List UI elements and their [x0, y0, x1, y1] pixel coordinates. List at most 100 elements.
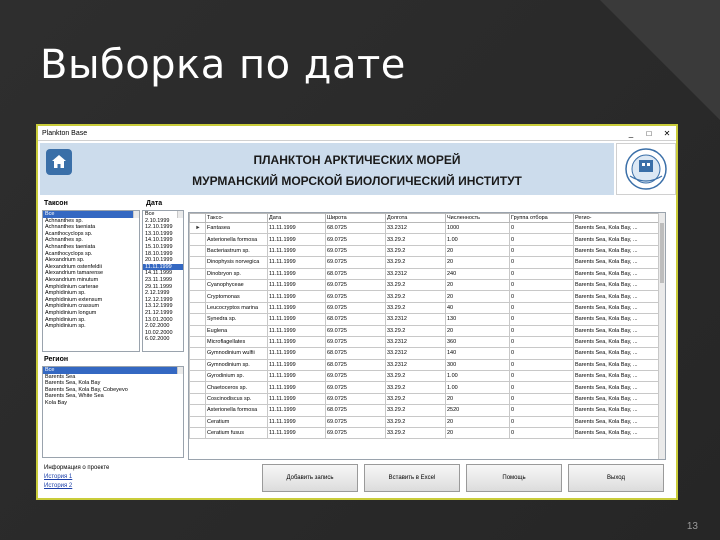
- grid-cell[interactable]: 69.0725: [325, 244, 386, 258]
- date-list-item[interactable]: 13.12.1999: [143, 303, 183, 310]
- grid-cell[interactable]: Gymnodinium wulfii: [205, 347, 268, 360]
- grid-cell[interactable]: 20: [445, 290, 510, 303]
- grid-cell[interactable]: 20: [445, 324, 510, 337]
- grid-cell[interactable]: Gymnodinium sp.: [205, 358, 268, 372]
- grid-cell[interactable]: Barents Sea, Kola Bay, ...: [573, 290, 660, 303]
- grid-cell[interactable]: Chaetoceros sp.: [205, 381, 268, 394]
- grid-cell[interactable]: 0: [509, 415, 574, 429]
- grid-cell[interactable]: Barents Sea, Kola Bay, ...: [573, 427, 660, 440]
- grid-cell[interactable]: 33.29.2: [385, 301, 446, 315]
- taxon-list-item[interactable]: Achnanthes sp.: [43, 237, 139, 244]
- grid-cell[interactable]: 69.0725: [325, 370, 386, 383]
- grid-column-header[interactable]: Численность: [445, 213, 510, 223]
- grid-cell[interactable]: Microflagellates: [205, 335, 268, 349]
- history-2-link[interactable]: История 2: [44, 482, 109, 491]
- grid-row[interactable]: Leucocryptos marina 11.11.1999 69.0725 33.2…: [189, 301, 660, 315]
- region-list-item[interactable]: Barents Sea, Kola Bay, Cobeyevo: [43, 387, 183, 394]
- grid-column-header[interactable]: Дата: [267, 213, 326, 223]
- grid-cell[interactable]: 0: [509, 267, 574, 280]
- grid-cell[interactable]: 11.11.1999: [267, 347, 326, 360]
- grid-cell[interactable]: Synedra sp.: [205, 313, 268, 326]
- grid-column-header[interactable]: Долгота: [385, 213, 446, 223]
- export-excel-button[interactable]: Вставить в Excel: [364, 464, 460, 492]
- grid-cell[interactable]: Gyrodinium sp.: [205, 370, 268, 383]
- region-list-item[interactable]: Все: [43, 367, 183, 374]
- grid-cell[interactable]: 11.11.1999: [267, 358, 326, 372]
- grid-cell[interactable]: 20: [445, 415, 510, 429]
- grid-row[interactable]: Coscinodiscus sp. 11.11.1999 69.0725 33.29.…: [189, 392, 660, 406]
- taxon-list-item[interactable]: Alexandrium ostenfeldii: [43, 264, 139, 271]
- grid-cell[interactable]: 0: [509, 324, 574, 337]
- taxon-list-item[interactable]: Alexandrium sp.: [43, 257, 139, 264]
- date-list-item[interactable]: 21.12.1999: [143, 310, 183, 317]
- grid-cell[interactable]: 0: [509, 290, 574, 303]
- taxon-list-item[interactable]: Amphidinium sp.: [43, 323, 139, 330]
- grid-cell[interactable]: 69.0725: [325, 256, 386, 269]
- taxon-list-item[interactable]: Acanthocyclops sp.: [43, 231, 139, 238]
- grid-row[interactable]: Cryptomonas 11.11.1999 69.0725 33.29.2 20 0 Ba…: [189, 290, 660, 303]
- grid-cell[interactable]: Barents Sea, Kola Bay, ...: [573, 221, 660, 235]
- grid-cell[interactable]: 0: [509, 278, 574, 292]
- grid-cell[interactable]: 33.2312: [385, 267, 446, 280]
- grid-cell[interactable]: 33.29.2: [385, 404, 446, 417]
- grid-cell[interactable]: Asterionella formosa: [205, 404, 268, 417]
- minimize-button[interactable]: _: [626, 129, 636, 138]
- grid-cell[interactable]: 360: [445, 335, 510, 349]
- grid-cell[interactable]: 11.11.1999: [267, 415, 326, 429]
- grid-cell[interactable]: 33.29.2: [385, 370, 446, 383]
- date-list-item[interactable]: 2.02.2000: [143, 323, 183, 330]
- grid-cell[interactable]: 11.11.1999: [267, 244, 326, 258]
- close-button[interactable]: ✕: [662, 129, 672, 138]
- grid-cell[interactable]: 33.2312: [385, 358, 446, 372]
- grid-row[interactable]: Gyrodinium sp. 11.11.1999 69.0725 33.29.2 1.…: [189, 370, 660, 383]
- taxon-list-item[interactable]: Achnanthes taeniata: [43, 244, 139, 251]
- taxon-list-item[interactable]: Alexandrium tamarense: [43, 270, 139, 277]
- grid-column-header[interactable]: Регио-: [573, 213, 660, 223]
- grid-row[interactable]: Euglena 11.11.1999 69.0725 33.29.2 20 0 Barent…: [189, 324, 660, 337]
- results-grid[interactable]: Таксо- Дата Широта Долгота Численность Группа…: [188, 212, 666, 460]
- date-list-item[interactable]: 14.10.1999: [143, 237, 183, 244]
- grid-cell[interactable]: 11.11.1999: [267, 392, 326, 406]
- grid-scrollbar[interactable]: [658, 213, 665, 459]
- region-list-item[interactable]: Barents Sea: [43, 374, 183, 381]
- date-list-item[interactable]: 23.11.1999: [143, 277, 183, 284]
- grid-cell[interactable]: Barents Sea, Kola Bay, ...: [573, 347, 660, 360]
- grid-cell[interactable]: 33.29.2: [385, 324, 446, 337]
- grid-cell[interactable]: Barents Sea, Kola Bay, ...: [573, 358, 660, 372]
- grid-cell[interactable]: Euglena: [205, 324, 268, 337]
- grid-cell[interactable]: 0: [509, 404, 574, 417]
- grid-column-header[interactable]: Группа отборa: [509, 213, 574, 223]
- grid-cell[interactable]: 33.29.2: [385, 381, 446, 394]
- grid-cell[interactable]: 20: [445, 256, 510, 269]
- grid-cell[interactable]: 69.0725: [325, 392, 386, 406]
- grid-row[interactable]: Cyanophyceae 11.11.1999 69.0725 33.29.2 20 0 B…: [189, 278, 660, 292]
- taxon-list-item[interactable]: Amphidinium crassum: [43, 303, 139, 310]
- grid-cell[interactable]: 300: [445, 358, 510, 372]
- history-1-link[interactable]: История 1: [44, 473, 109, 482]
- grid-cell[interactable]: 68.0725: [325, 221, 386, 235]
- date-list-item[interactable]: 2.12.1999: [143, 290, 183, 297]
- grid-cell[interactable]: Fantasea: [205, 221, 268, 235]
- taxon-list-item[interactable]: Achnanthes sp.: [43, 218, 139, 225]
- grid-row[interactable]: Microflagellates 11.11.1999 69.0725 33.2312…: [189, 335, 660, 349]
- grid-cell[interactable]: 11.11.1999: [267, 267, 326, 280]
- grid-cell[interactable]: 1.00: [445, 381, 510, 394]
- date-list-item[interactable]: 14.11.1999: [143, 270, 183, 277]
- grid-cell[interactable]: 0: [509, 370, 574, 383]
- grid-cell[interactable]: 20: [445, 244, 510, 258]
- taxon-list-item[interactable]: Amphidinium sp.: [43, 290, 139, 297]
- grid-cell[interactable]: 0: [509, 244, 574, 258]
- grid-cell[interactable]: 33.29.2: [385, 278, 446, 292]
- grid-cell[interactable]: Barents Sea, Kola Bay, ...: [573, 256, 660, 269]
- date-list-item[interactable]: 18.10.1999: [143, 251, 183, 258]
- grid-cell[interactable]: 33.29.2: [385, 244, 446, 258]
- grid-cell[interactable]: 69.0725: [325, 324, 386, 337]
- grid-row[interactable]: Synedra sp. 11.11.1999 68.0725 33.2312 130 0 B…: [189, 313, 660, 326]
- grid-cell[interactable]: 33.29.2: [385, 392, 446, 406]
- taxon-list-item[interactable]: Amphidinium carterae: [43, 284, 139, 291]
- exit-button[interactable]: Выход: [568, 464, 664, 492]
- grid-cell[interactable]: 20: [445, 278, 510, 292]
- date-list-item[interactable]: 29.11.1999: [143, 284, 183, 291]
- grid-cell[interactable]: 69.0725: [325, 427, 386, 440]
- taxon-list[interactable]: Все Achnanthes sp. Achnanthes taeniata Acan…: [42, 210, 140, 352]
